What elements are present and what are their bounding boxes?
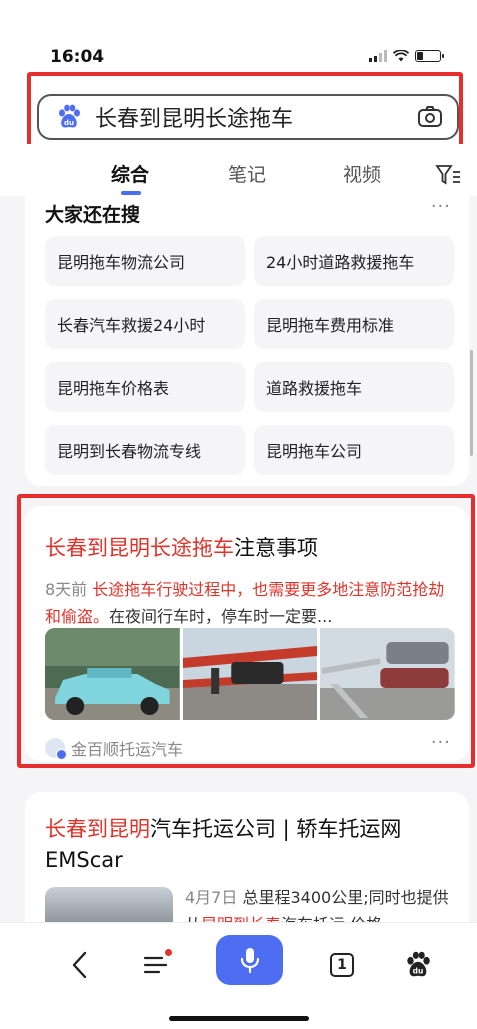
result-title-highlight: 长春到昆明长途拖车 [45, 536, 234, 560]
tab-videos[interactable]: 视频 [343, 160, 381, 187]
search-header: du 长春到昆明长途拖车 [0, 80, 477, 144]
search-box[interactable]: du 长春到昆明长途拖车 [37, 94, 459, 140]
baidu-paw-icon: du [407, 951, 430, 977]
related-search-chip[interactable]: 昆明拖车价格表 [45, 362, 245, 412]
baidu-home-button[interactable]: du [398, 945, 438, 985]
related-search-chip[interactable]: 昆明拖车公司 [254, 425, 454, 475]
result-age: 8天前 [45, 580, 88, 599]
source-avatar [45, 738, 67, 760]
result-title[interactable]: 长春到昆明汽车托运公司 | 轿车托运网 EMScar [45, 814, 455, 876]
voice-search-button[interactable] [216, 935, 283, 985]
result-source[interactable]: 金百顺托运汽车 [45, 736, 183, 760]
status-bar: 16:04 [0, 0, 477, 80]
tab-notes[interactable]: 笔记 [228, 160, 266, 187]
related-search-chip[interactable]: 24小时道路救援拖车 [254, 236, 454, 286]
system-icons [369, 50, 444, 62]
related-search-chip[interactable]: 昆明拖车费用标准 [254, 299, 454, 349]
result-title-highlight: 长春到昆明 [45, 817, 150, 841]
baidu-paw-icon: du [59, 104, 80, 128]
signal-icon [369, 50, 387, 62]
result-tabs: 综合 笔记 视频 [0, 144, 477, 196]
back-button[interactable] [60, 945, 100, 985]
related-searches-title: 大家还在搜 [45, 204, 141, 226]
result-title[interactable]: 长春到昆明长途拖车注意事项 [45, 532, 318, 562]
active-tab-indicator [121, 191, 141, 195]
home-indicator[interactable] [169, 1016, 309, 1021]
microphone-icon [240, 948, 259, 974]
snippet-rest: 在夜间行车时，停车时一定要... [109, 607, 333, 626]
result-image[interactable] [45, 628, 180, 720]
menu-button[interactable] [136, 945, 176, 985]
menu-icon [143, 956, 168, 974]
related-searches-card: 大家还在搜 ··· 昆明拖车物流公司 24小时道路救援拖车 长春汽车救援24小时… [25, 196, 469, 486]
tab-count: 1 [330, 953, 354, 977]
wifi-icon [393, 50, 409, 62]
filter-icon[interactable] [435, 164, 461, 186]
tabs-button[interactable]: 1 [322, 945, 362, 985]
result-snippet: 8天前 长途拖车行驶过程中，也需要更多地注意防范抢劫和偷盗。在夜间行车时，停车时… [45, 576, 455, 630]
more-options-icon[interactable]: ··· [431, 732, 451, 753]
result-image[interactable] [182, 628, 318, 720]
result-image-strip[interactable] [45, 628, 455, 720]
clock: 16:04 [50, 47, 105, 67]
chevron-left-icon [72, 951, 87, 979]
battery-icon [415, 50, 444, 62]
source-name: 金百顺托运汽车 [71, 740, 184, 759]
bottom-toolbar: 1 du [0, 922, 477, 1029]
result-image[interactable] [320, 628, 455, 720]
svg-text:du: du [413, 967, 424, 976]
related-search-chip[interactable]: 昆明拖车物流公司 [45, 236, 245, 286]
notification-dot [165, 949, 172, 956]
scrollbar[interactable] [470, 350, 473, 456]
camera-icon[interactable] [417, 105, 443, 129]
more-options-icon[interactable]: ··· [431, 196, 451, 217]
result-title-rest: 注意事项 [234, 536, 318, 560]
tab-all[interactable]: 综合 [111, 160, 149, 187]
related-search-chip[interactable]: 长春汽车救援24小时 [45, 299, 245, 349]
related-search-chip[interactable]: 道路救援拖车 [254, 362, 454, 412]
search-result-card[interactable]: 长春到昆明长途拖车注意事项 8天前 长途拖车行驶过程中，也需要更多地注意防范抢劫… [25, 506, 469, 761]
svg-text:du: du [64, 119, 74, 127]
related-search-chip[interactable]: 昆明到长春物流专线 [45, 425, 245, 475]
search-query[interactable]: 长春到昆明长途拖车 [95, 101, 417, 133]
result-age: 4月7日 [185, 888, 238, 907]
